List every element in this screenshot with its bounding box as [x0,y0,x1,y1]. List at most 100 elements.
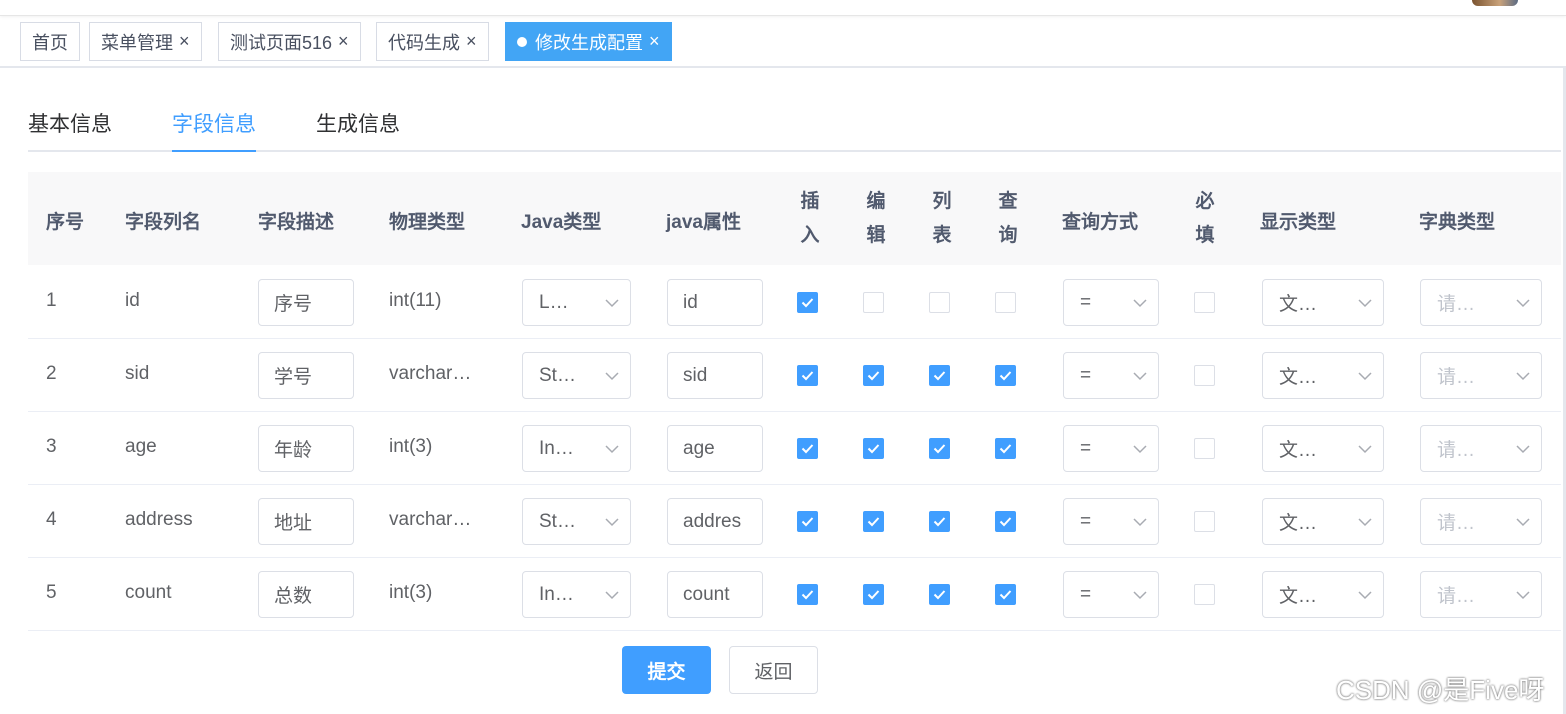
java-attr-input[interactable]: id [667,279,763,326]
tag-menu-management[interactable]: 菜单管理 × [89,22,202,61]
chevron-down-icon [1122,514,1158,530]
insert-checkbox[interactable] [797,438,818,459]
list-checkbox[interactable] [929,511,950,532]
java-type-select[interactable]: St… [522,352,631,399]
dict-type-placeholder: 请… [1437,367,1476,388]
insert-checkbox[interactable] [797,584,818,605]
chevron-down-icon [594,514,630,530]
query-checkbox[interactable] [995,438,1016,459]
java-type-select[interactable]: In… [522,571,631,618]
list-checkbox[interactable] [929,584,950,605]
insert-checkbox[interactable] [797,365,818,386]
query-type-select[interactable]: = [1063,571,1159,618]
desc-input[interactable]: 序号 [258,279,354,326]
query-checkbox[interactable] [995,292,1016,313]
java-attr-input[interactable]: count [667,571,763,618]
close-icon[interactable]: × [466,31,477,52]
display-type-select[interactable]: 文… [1262,425,1384,472]
desc-input[interactable]: 年龄 [258,425,354,472]
table-row: 5 count 总数 int(3) In… count = 文… 请… [28,558,1561,631]
required-checkbox[interactable] [1194,511,1215,532]
java-attr-value: addres [683,510,742,532]
chevron-down-icon [594,587,630,603]
java-type-select[interactable]: In… [522,425,631,472]
display-type-value: 文… [1279,440,1318,461]
dict-type-select[interactable]: 请… [1420,279,1542,326]
java-attr-input[interactable]: addres [667,498,763,545]
tag-label: 代码生成 [388,32,460,53]
query-checkbox[interactable] [995,511,1016,532]
display-type-select[interactable]: 文… [1262,571,1384,618]
tag-home[interactable]: 首页 [20,22,80,61]
edit-checkbox[interactable] [863,511,884,532]
chevron-down-icon [1505,368,1541,384]
query-type-value: = [1080,510,1092,532]
java-attr-input[interactable]: sid [667,352,763,399]
col-java-type: Java类型 [521,212,602,233]
required-checkbox[interactable] [1194,292,1215,313]
close-icon[interactable]: × [338,31,349,52]
query-type-select[interactable]: = [1063,279,1159,326]
insert-checkbox[interactable] [797,511,818,532]
dict-type-placeholder: 请… [1437,513,1476,534]
query-checkbox[interactable] [995,365,1016,386]
java-type-select[interactable]: L… [522,279,631,326]
edit-checkbox[interactable] [863,365,884,386]
dict-type-select[interactable]: 请… [1420,571,1542,618]
dict-type-placeholder: 请… [1437,440,1476,461]
query-type-select[interactable]: = [1063,498,1159,545]
tab-gen-info[interactable]: 生成信息 [316,108,400,150]
display-type-value: 文… [1279,586,1318,607]
user-avatar[interactable] [1472,0,1518,6]
col-phys-type: 物理类型 [389,212,466,233]
java-type-value: In… [539,583,574,605]
desc-value: 地址 [274,513,313,534]
display-type-select[interactable]: 文… [1262,279,1384,326]
required-checkbox[interactable] [1194,365,1215,386]
col-dict-type: 字典类型 [1419,212,1496,233]
java-type-value: St… [539,510,576,532]
chevron-down-icon [1347,368,1383,384]
edit-checkbox[interactable] [863,438,884,459]
tag-code-gen[interactable]: 代码生成 × [376,22,489,61]
chevron-down-icon [1347,514,1383,530]
query-type-select[interactable]: = [1063,425,1159,472]
tag-edit-gen-config[interactable]: 修改生成配置 × [505,22,672,61]
desc-input[interactable]: 学号 [258,352,354,399]
java-type-select[interactable]: St… [522,498,631,545]
chevron-down-icon [1122,587,1158,603]
table-row: 3 age 年龄 int(3) In… age = 文… 请… [28,412,1561,485]
list-checkbox[interactable] [929,365,950,386]
edit-checkbox[interactable] [863,292,884,313]
watermark: CSDN @是Five呀 [1336,675,1545,705]
back-button[interactable]: 返回 [729,646,818,694]
col-display-type: 显示类型 [1260,212,1337,233]
col-list: 列表 [932,191,952,246]
display-type-select[interactable]: 文… [1262,352,1384,399]
tab-basic-info[interactable]: 基本信息 [28,108,112,150]
java-attr-input[interactable]: age [667,425,763,472]
dict-type-select[interactable]: 请… [1420,425,1542,472]
required-checkbox[interactable] [1194,438,1215,459]
dict-type-select[interactable]: 请… [1420,498,1542,545]
desc-input[interactable]: 总数 [258,571,354,618]
close-icon[interactable]: × [649,31,660,52]
tab-field-info[interactable]: 字段信息 [172,108,256,152]
submit-button[interactable]: 提交 [622,646,711,694]
dict-type-select[interactable]: 请… [1420,352,1542,399]
insert-checkbox[interactable] [797,292,818,313]
edit-checkbox[interactable] [863,584,884,605]
list-checkbox[interactable] [929,292,950,313]
chevron-down-icon [594,295,630,311]
desc-value: 总数 [274,586,313,607]
query-type-select[interactable]: = [1063,352,1159,399]
display-type-select[interactable]: 文… [1262,498,1384,545]
list-checkbox[interactable] [929,438,950,459]
close-icon[interactable]: × [179,31,190,52]
query-checkbox[interactable] [995,584,1016,605]
table-header: 序号 字段列名 字段描述 物理类型 Java类型 java属性 插入 编辑 列表… [28,172,1561,265]
required-checkbox[interactable] [1194,584,1215,605]
desc-input[interactable]: 地址 [258,498,354,545]
chevron-down-icon [594,368,630,384]
tag-test-page[interactable]: 测试页面516 × [218,22,361,61]
